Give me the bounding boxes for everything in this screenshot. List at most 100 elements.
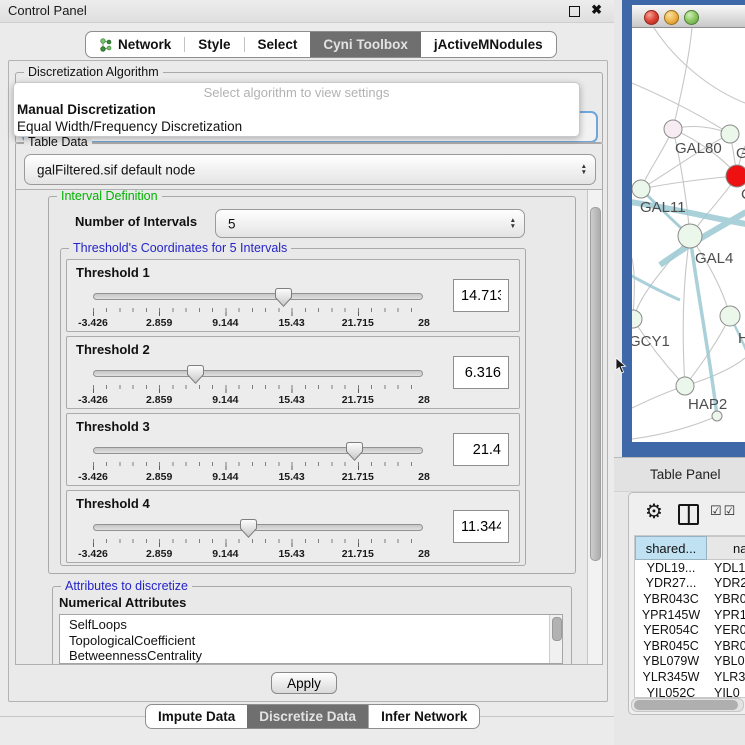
pane-scrollbar[interactable] (587, 190, 602, 664)
float-window-icon[interactable] (569, 6, 580, 17)
attribute-list-item[interactable]: BetweennessCentrality (69, 648, 548, 664)
tab-cyni-toolbox[interactable]: Cyni Toolbox (310, 32, 421, 57)
algorithm-option-equal-width[interactable]: Equal Width/Frequency Discretization (14, 118, 579, 135)
mouse-cursor (615, 357, 627, 375)
attributes-scrollbar[interactable] (549, 615, 562, 663)
number-of-intervals-label: Number of Intervals (75, 214, 197, 229)
table-data-value: galFiltered.sif default node (37, 162, 195, 177)
tick-label: 21.715 (342, 317, 374, 329)
network-node[interactable] (712, 411, 722, 421)
table-panel-titlebar: Table Panel (614, 457, 745, 492)
tab-infer-network[interactable]: Infer Network (368, 705, 479, 728)
table-horizontal-scrollbar-thumb[interactable] (634, 700, 738, 710)
network-node-gcy1[interactable] (632, 310, 642, 328)
table-row[interactable]: YER054CYER0 (635, 622, 745, 638)
tab-style[interactable]: Style (185, 32, 243, 57)
table-row[interactable]: YPR145WYPR1 (635, 607, 745, 623)
slider-thumb[interactable] (187, 365, 204, 384)
threshold-slider[interactable] (93, 365, 423, 385)
control-panel-title: Control Panel (8, 3, 87, 18)
tab-label: Cyni Toolbox (323, 37, 408, 52)
network-node-gal80[interactable] (664, 120, 682, 138)
table-body: YDL19...YDL1YDR27...YDR2YBR043CYBR0YPR14… (635, 560, 745, 698)
table-cell: YIL0 (707, 686, 745, 698)
tab-jactivemnodules[interactable]: jActiveMNodules (421, 32, 556, 57)
attributes-scrollbar-thumb[interactable] (552, 617, 562, 641)
tab-impute-data[interactable]: Impute Data (146, 705, 247, 728)
tick-label: 15.43 (278, 548, 304, 560)
threshold-slider[interactable] (93, 288, 423, 308)
control-panel-titlebar: Control Panel ✖ (0, 0, 614, 23)
table-row[interactable]: YIL052CYIL0 (635, 685, 745, 698)
table-row[interactable]: YBR043CYBR0 (635, 591, 745, 607)
network-node-c[interactable] (726, 165, 745, 187)
threshold-value-input[interactable] (453, 356, 509, 389)
network-node-h[interactable] (720, 306, 740, 326)
algorithm-option-manual[interactable]: Manual Discretization (14, 101, 579, 118)
slider-track (93, 524, 423, 531)
gear-icon[interactable]: ⚙ (645, 499, 663, 524)
table-data-combobox[interactable]: galFiltered.sif default node ▲ ▼ (24, 154, 596, 185)
screen: Control Panel ✖ NetworkStyleSelect Cyni T… (0, 0, 745, 745)
select-columns-icon[interactable]: ☑☑ (710, 503, 737, 519)
apply-button[interactable]: Apply (271, 672, 337, 694)
tab-network[interactable]: Network (86, 32, 184, 57)
slider-thumb[interactable] (346, 442, 363, 461)
network-node-hap2[interactable] (676, 377, 694, 395)
column-header-na[interactable]: na (707, 536, 745, 560)
threshold-row: Threshold 2-3.4262.8599.14415.4321.71528 (66, 336, 520, 409)
tab-select[interactable]: Select (245, 32, 311, 57)
attribute-list-item[interactable]: SelfLoops (69, 617, 548, 633)
control-panel-window: Control Panel ✖ NetworkStyleSelect Cyni T… (0, 0, 614, 745)
table-cell: YBR043C (635, 592, 707, 606)
close-icon[interactable]: ✖ (591, 2, 602, 18)
table-row[interactable]: YBL079WYBL0 (635, 654, 745, 670)
table-horizontal-scrollbar[interactable] (631, 698, 744, 712)
threshold-value-input[interactable] (453, 510, 509, 543)
table-row[interactable]: YBR045CYBR0 (635, 638, 745, 654)
network-node-label: GAL4 (695, 250, 733, 267)
table-row[interactable]: YLR345WYLR3 (635, 669, 745, 685)
tick-label: 9.144 (212, 317, 238, 329)
threshold-value-input[interactable] (453, 279, 509, 312)
table-row[interactable]: YDR27...YDR2 (635, 576, 745, 592)
network-node-label: C (741, 186, 745, 203)
network-node-gal4[interactable] (678, 224, 702, 248)
numerical-attributes-list[interactable]: SelfLoopsTopologicalCoefficientBetweenne… (59, 614, 563, 664)
slider-thumb[interactable] (275, 288, 292, 307)
threshold-slider[interactable] (93, 442, 423, 462)
attribute-list-item[interactable]: TopologicalCoefficient (69, 633, 548, 649)
network-node-ga[interactable] (721, 125, 739, 143)
threshold-value-input[interactable] (453, 433, 509, 466)
threshold-label: Threshold 1 (76, 265, 150, 280)
threshold-slider[interactable] (93, 519, 423, 539)
slider-thumb[interactable] (240, 519, 257, 538)
split-panel-icon[interactable] (678, 504, 699, 525)
close-traffic-light[interactable] (644, 10, 659, 25)
tick-label: 28 (418, 548, 430, 560)
tick-label: 28 (418, 317, 430, 329)
cyni-toolbox-panel: Discretization Algorithm Table Data galF… (8, 60, 608, 702)
tick-label: 15.43 (278, 394, 304, 406)
column-header-shared[interactable]: shared... (635, 536, 707, 560)
tick-label: 2.859 (146, 394, 172, 406)
tick-label: 21.715 (342, 471, 374, 483)
number-of-intervals-combobox[interactable]: 5 ▲ ▼ (215, 209, 525, 238)
threshold-row: Threshold 3-3.4262.8599.14415.4321.71528 (66, 413, 520, 486)
network-graph: GAL80GACGAL11GAL4GCY1HHAP2 (632, 28, 745, 442)
table-row[interactable]: YDL19...YDL1 (635, 560, 745, 576)
table-cell: YPR145W (635, 608, 707, 622)
network-node-label: GA (736, 145, 745, 162)
network-node-label: HAP2 (688, 396, 727, 413)
tab-discretize-data[interactable]: Discretize Data (247, 705, 368, 728)
zoom-traffic-light[interactable] (684, 10, 699, 25)
network-node-gal11[interactable] (632, 180, 650, 198)
minimize-traffic-light[interactable] (664, 10, 679, 25)
tick-label: 21.715 (342, 394, 374, 406)
network-canvas[interactable]: GAL80GACGAL11GAL4GCY1HHAP2 (632, 28, 745, 442)
combobox-spinner-icon[interactable]: ▲ ▼ (510, 218, 516, 230)
combobox-spinner-icon[interactable]: ▲ ▼ (581, 164, 587, 176)
settings-scroll-pane: Interval Definition Number of Intervals … (15, 189, 603, 665)
interval-definition-group: Interval Definition Number of Intervals … (48, 196, 576, 574)
pane-scrollbar-thumb[interactable] (590, 207, 601, 561)
